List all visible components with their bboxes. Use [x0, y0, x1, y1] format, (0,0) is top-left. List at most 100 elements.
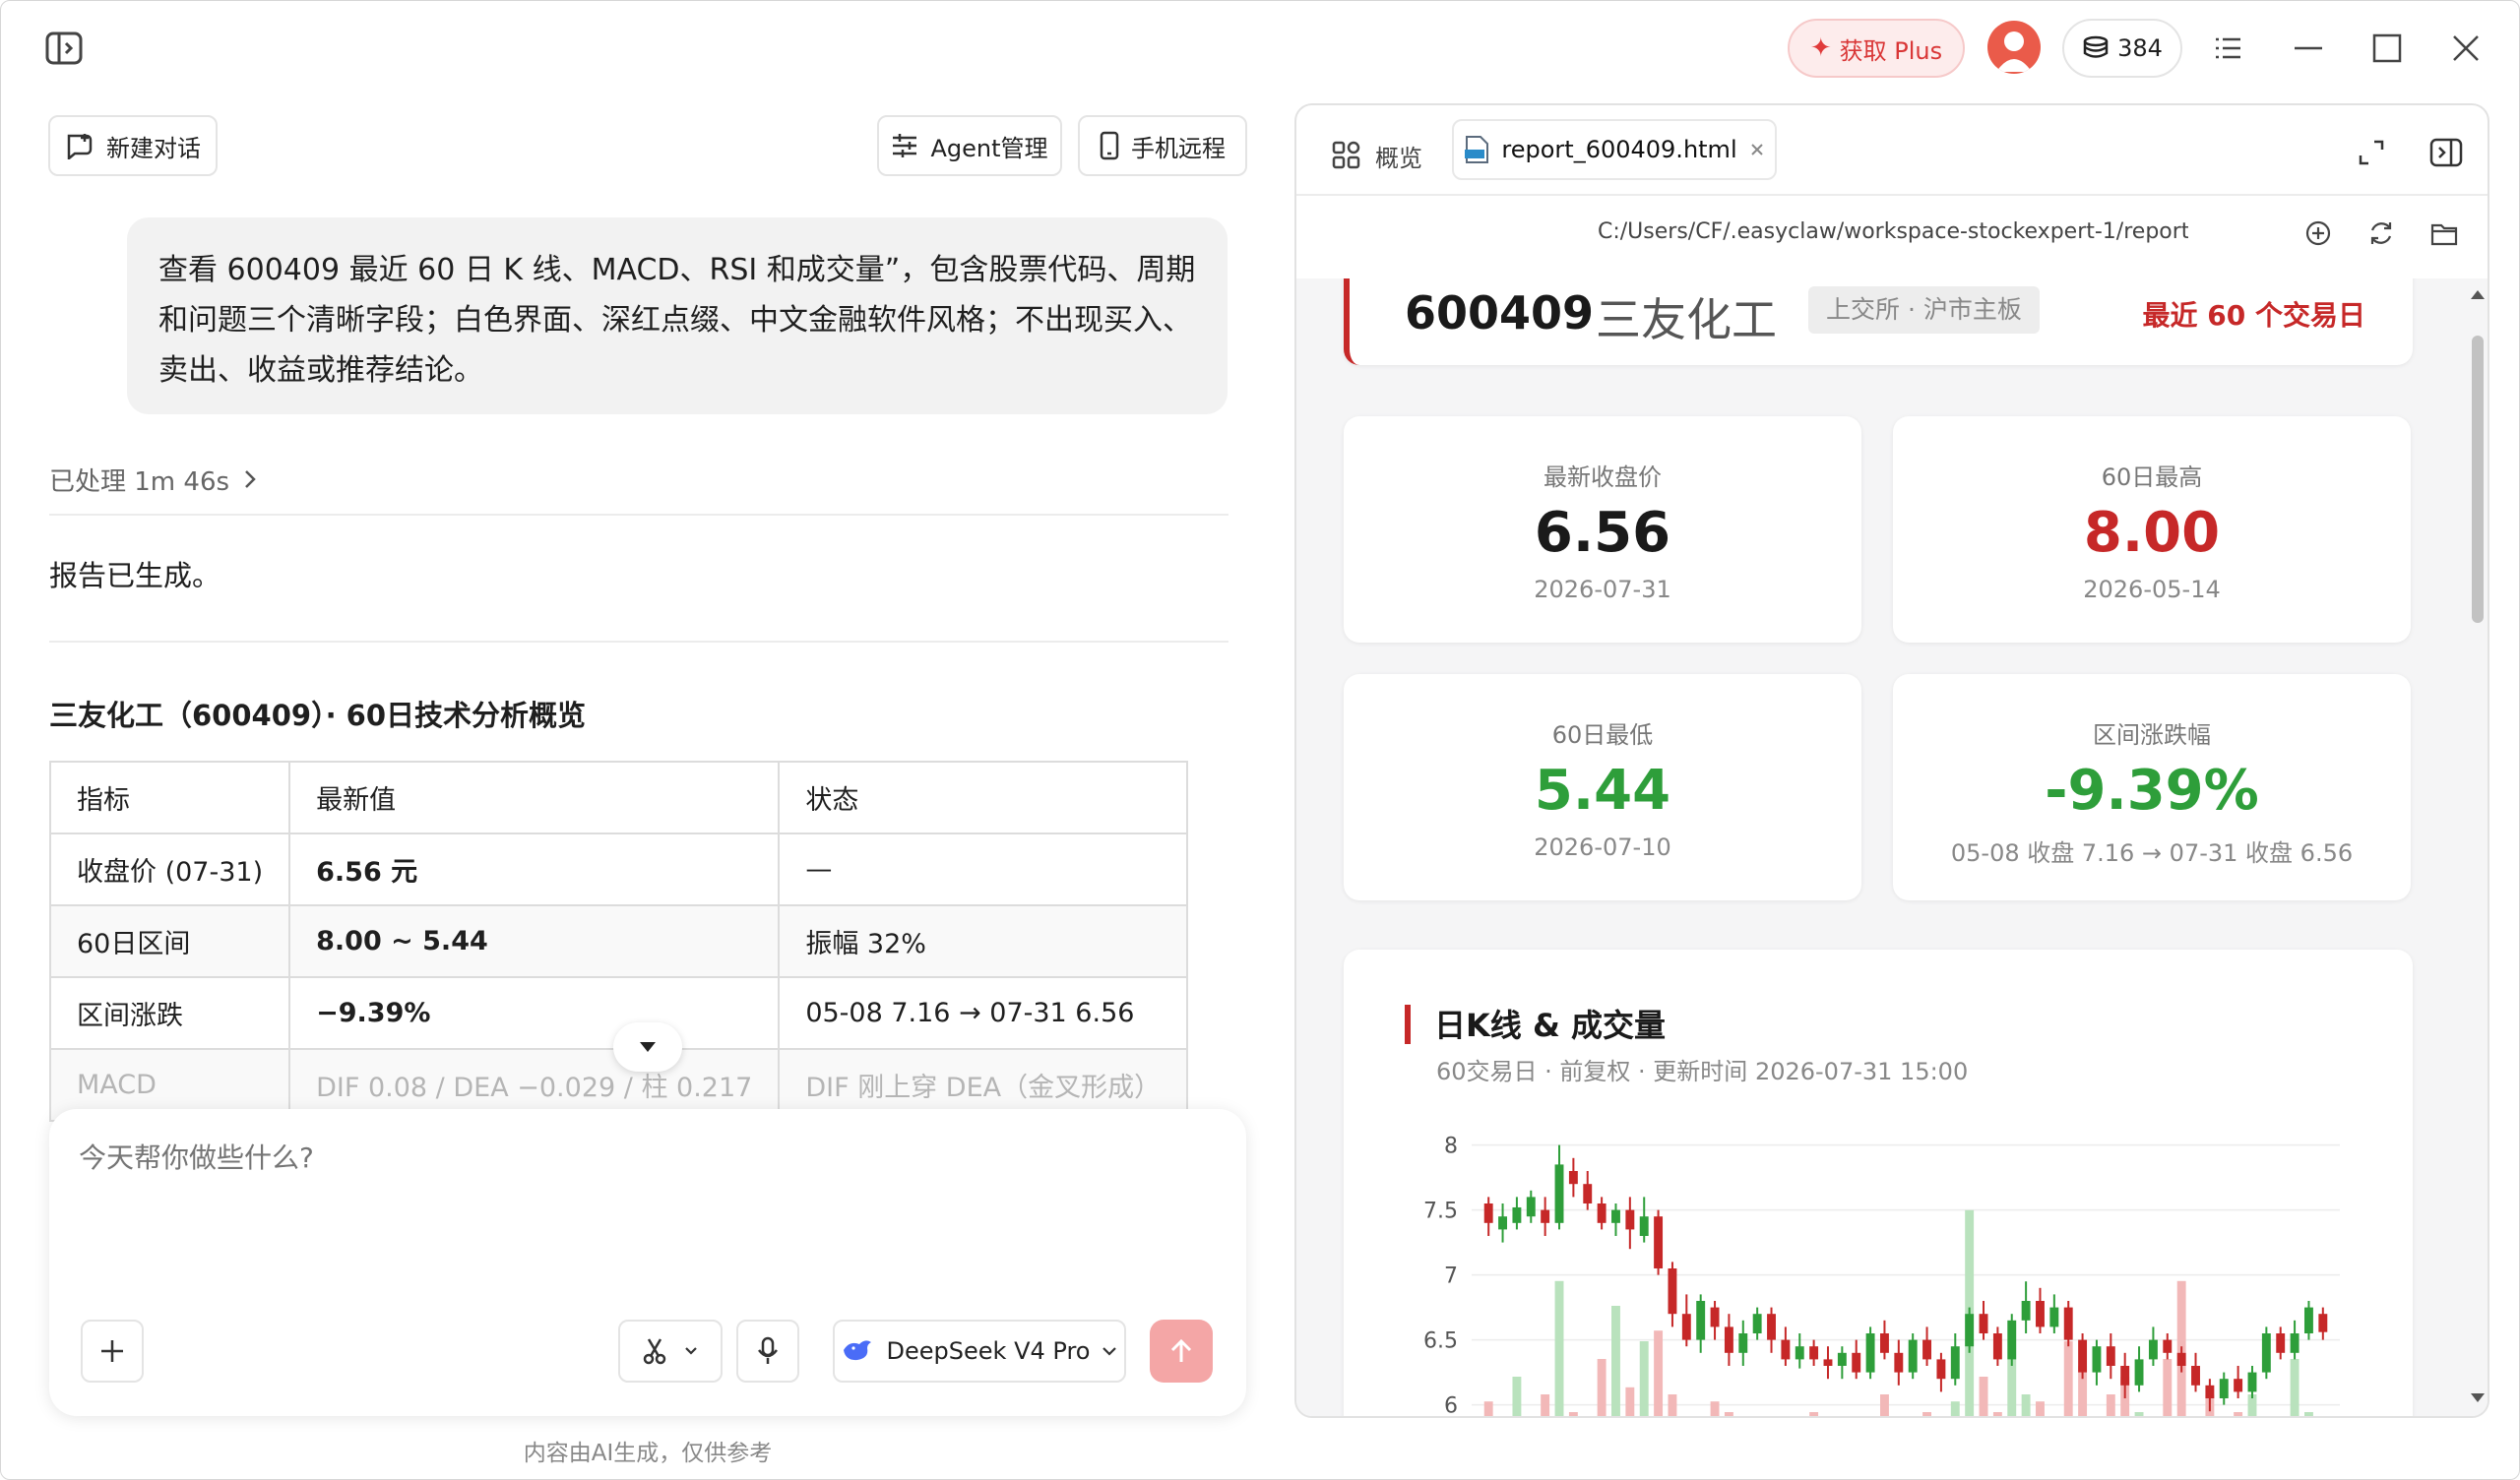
section-title: 三友化工（600409）· 60日技术分析概览: [49, 699, 587, 732]
candle-body: [1625, 1209, 1635, 1230]
volume-bar: [1483, 1401, 1493, 1416]
tab-overview[interactable]: 概览: [1332, 127, 1422, 184]
candle-body: [2106, 1346, 2115, 1366]
scrollbar-thumb[interactable]: [2472, 336, 2484, 623]
divider: [49, 641, 1228, 643]
processed-toggle[interactable]: 已处理 1m 46s: [49, 462, 257, 497]
stock-header-card: 600409 三友化工 上交所 · 沪市主板 最近 60 个交易日: [1344, 278, 2413, 365]
list-icon: [2216, 37, 2240, 59]
close-window-button[interactable]: [2438, 21, 2493, 76]
candle-body: [1823, 1359, 1833, 1366]
maximize-icon: [2372, 33, 2402, 63]
candle-body: [1950, 1346, 1960, 1380]
app-window: ✦ 获取 Plus 384 新建对话 Agent管理 手机远程 查看 600409…: [0, 0, 2520, 1480]
plus-icon: [101, 1340, 123, 1362]
candle-body: [2303, 1307, 2313, 1333]
candle-body: [1781, 1339, 1791, 1360]
volume-bar: [2303, 1412, 2313, 1416]
candle-body: [1738, 1333, 1748, 1353]
candle-body: [1541, 1209, 1550, 1223]
phone-remote-button[interactable]: 手机远程: [1078, 115, 1247, 176]
volume-bar: [1809, 1412, 1819, 1416]
table-header-row: 指标 最新值 状态: [48, 761, 1189, 834]
credits-badge[interactable]: 384: [2062, 19, 2182, 78]
volume-bar: [1668, 1394, 1677, 1416]
candle-body: [2290, 1333, 2300, 1353]
chat-input[interactable]: [79, 1137, 1211, 1235]
close-tab-icon[interactable]: [1749, 142, 1765, 157]
new-chat-button[interactable]: 新建对话: [48, 115, 218, 176]
y-tick-label: 8: [1444, 1135, 1458, 1159]
volume-bar: [1554, 1280, 1564, 1416]
expand-icon: [2359, 140, 2384, 165]
candle-body: [2247, 1372, 2257, 1392]
avatar[interactable]: [1987, 21, 2041, 74]
divider: [49, 514, 1228, 516]
candle-body: [1908, 1339, 1918, 1373]
candle-body: [1583, 1184, 1593, 1203]
send-button[interactable]: [1150, 1320, 1213, 1383]
new-chat-icon: [67, 134, 93, 159]
minimize-button[interactable]: [2281, 21, 2336, 76]
candle-body: [1809, 1346, 1819, 1360]
scroll-up-arrow-icon[interactable]: [2466, 284, 2489, 304]
chart-title: 日K线 & 成交量: [1434, 1007, 1666, 1044]
coin-stack-icon: [2083, 35, 2109, 58]
open-folder-button[interactable]: [2426, 216, 2462, 251]
candle-body: [1922, 1339, 1932, 1360]
volume-bar: [2163, 1359, 2173, 1416]
candle-body: [2007, 1320, 2017, 1360]
zoom-in-icon: [2305, 220, 2331, 246]
candle-body: [1696, 1301, 1706, 1340]
candle-body: [2049, 1307, 2059, 1327]
candle-body: [1865, 1333, 1875, 1373]
volume-bar: [1979, 1377, 1988, 1416]
attach-button[interactable]: [81, 1320, 144, 1383]
phone-icon: [1100, 131, 1119, 160]
preview-panel: 概览 report_600409.html C:/Users/CF/.easyc…: [1294, 103, 2489, 1418]
stock-code: 600409: [1405, 286, 1595, 339]
folder-icon: [2430, 223, 2458, 246]
sidebar-toggle-button[interactable]: [36, 21, 92, 76]
zoom-in-button[interactable]: [2300, 216, 2336, 251]
volume-bar: [1879, 1394, 1889, 1416]
file-path[interactable]: C:/Users/CF/.easyclaw/workspace-stockexp…: [1598, 219, 2188, 244]
candle-body: [2120, 1366, 2130, 1386]
user-message-bubble: 查看 600409 最近 60 日 K 线、MACD、RSI 和成交量”，包含股…: [127, 217, 1228, 414]
model-selector[interactable]: DeepSeek V4 Pro: [833, 1320, 1126, 1383]
candle-body: [1837, 1352, 1847, 1366]
screenshot-tool-button[interactable]: [618, 1320, 723, 1383]
volume-bar: [1568, 1412, 1578, 1416]
kline-chart: 8 7.5 7 6.5 6: [1423, 1135, 2340, 1418]
candle-body: [1795, 1346, 1804, 1360]
chevron-down-icon: [685, 1347, 697, 1355]
refresh-button[interactable]: [2363, 216, 2399, 251]
refresh-icon: [2370, 222, 2392, 244]
menu-button[interactable]: [2200, 21, 2255, 76]
volume-bar: [2021, 1394, 2031, 1416]
voice-input-button[interactable]: [736, 1320, 799, 1383]
agent-management-button[interactable]: Agent管理: [877, 115, 1062, 176]
candle-body: [2063, 1307, 2073, 1340]
y-tick-label: 6.5: [1423, 1329, 1458, 1354]
volume-bar: [1922, 1412, 1932, 1416]
y-tick-label: 6: [1444, 1394, 1458, 1418]
scrollbar-track[interactable]: [2466, 278, 2489, 1416]
maximize-button[interactable]: [2360, 21, 2415, 76]
candle-body: [1681, 1314, 1691, 1340]
get-plus-button[interactable]: ✦ 获取 Plus: [1788, 19, 1965, 78]
stat-card-high: 60日最高 8.00 2026-05-14: [1893, 416, 2411, 643]
candle-body: [2219, 1379, 2229, 1398]
candle-body: [2036, 1301, 2045, 1327]
deepseek-whale-icon: [843, 1340, 871, 1361]
volume-bar: [2063, 1341, 2073, 1416]
toggle-preview-button[interactable]: [2423, 129, 2470, 176]
fullscreen-button[interactable]: [2350, 131, 2393, 174]
scroll-down-button[interactable]: [613, 1022, 682, 1072]
chart-subtitle: 60交易日 · 前复权 · 更新时间 2026-07-31 15:00: [1436, 1058, 1969, 1085]
candle-body: [2318, 1314, 2328, 1332]
tab-report-file[interactable]: report_600409.html: [1452, 119, 1777, 180]
candle-body: [1752, 1314, 1762, 1333]
scissors-icon: [643, 1338, 666, 1365]
scroll-down-arrow-icon[interactable]: [2466, 1388, 2489, 1408]
